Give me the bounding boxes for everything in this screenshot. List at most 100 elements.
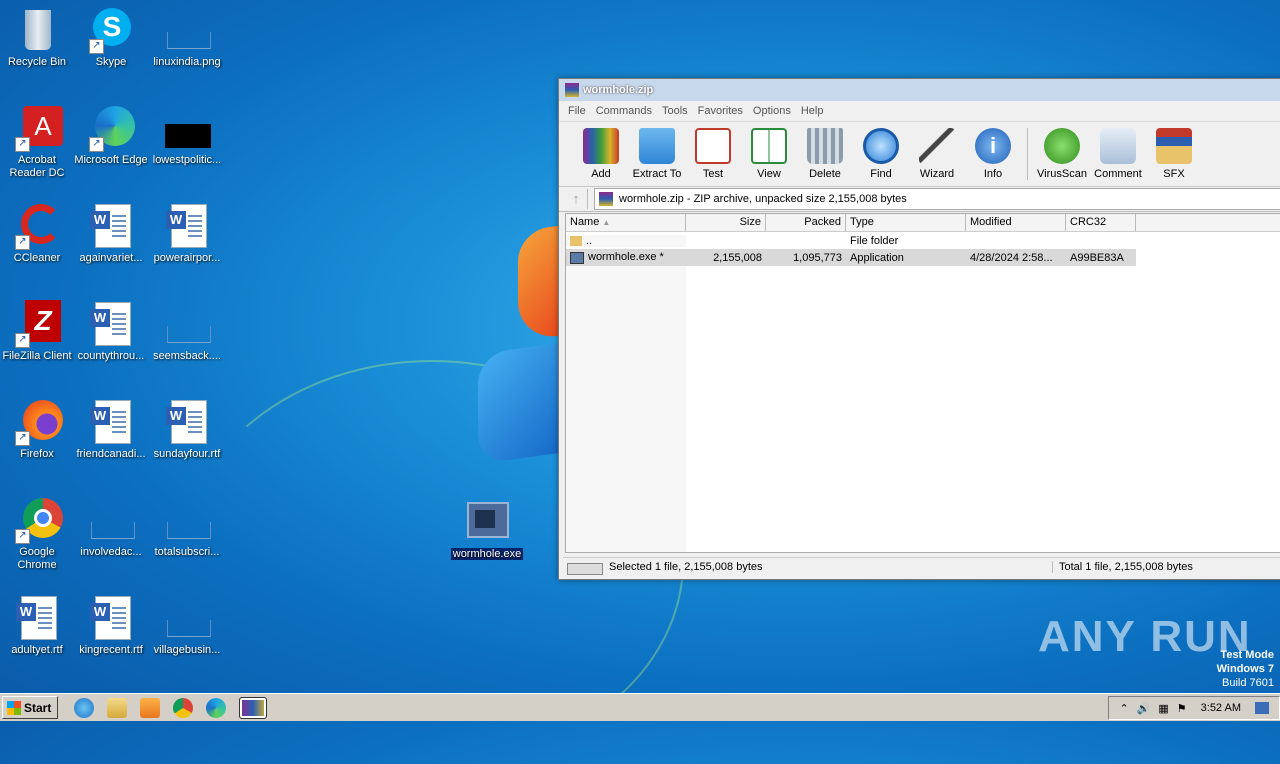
desktop-icon-friendcanadi[interactable]: W friendcanadi... <box>74 398 148 461</box>
table-row-parent-folder[interactable]: .. File folder <box>566 232 1280 249</box>
shortcut-arrow-icon: ↗ <box>15 431 30 446</box>
desktop-icon-recycle-bin[interactable]: Recycle Bin <box>0 6 74 69</box>
column-name[interactable]: Name ▲ <box>566 214 686 231</box>
up-arrow-icon[interactable]: ↑ <box>565 189 588 209</box>
desktop-icon-chrome[interactable]: ↗ Google Chrome <box>0 496 74 572</box>
desktop-icon-countythrou[interactable]: W countythrou... <box>74 300 148 363</box>
trash-icon <box>807 128 843 164</box>
word-doc-icon: W <box>90 302 131 346</box>
media-player-icon[interactable] <box>140 697 161 718</box>
zip-archive-icon <box>599 192 613 206</box>
desktop-icon-wormhole-exe[interactable]: wormhole.exe <box>450 498 524 561</box>
explorer-folder-icon[interactable] <box>107 697 128 718</box>
extract-to-button[interactable]: Extract To <box>629 124 685 180</box>
menu-tools[interactable]: Tools <box>662 105 688 117</box>
desktop-icon-seemsback[interactable]: seemsback.... <box>150 300 224 363</box>
sort-up-icon: ▲ <box>602 218 611 227</box>
menu-favorites[interactable]: Favorites <box>698 105 743 117</box>
status-selected: Selected 1 file, 2,155,008 bytes <box>609 561 763 573</box>
sfx-button[interactable]: SFX <box>1146 124 1202 180</box>
taskbar: Start ⌃ 🔊 ▦ ⚑ 3:52 AM <box>0 693 1280 721</box>
table-row-wormhole-exe[interactable]: wormhole.exe * 2,155,008 1,095,773 Appli… <box>566 249 1136 266</box>
add-button[interactable]: Add <box>573 124 629 180</box>
show-desktop-icon[interactable] <box>1255 702 1269 714</box>
image-file-icon <box>165 124 211 148</box>
desktop-icon-firefox[interactable]: ↗ Firefox <box>0 398 74 461</box>
column-crc32[interactable]: CRC32 <box>1066 214 1136 231</box>
archive-path-field[interactable]: wormhole.zip - ZIP archive, unpacked siz… <box>594 188 1280 210</box>
desktop-icon-kingrecent[interactable]: W kingrecent.rtf <box>74 594 148 657</box>
shortcut-arrow-icon: ↗ <box>15 333 30 348</box>
shortcut-arrow-icon: ↗ <box>89 137 104 152</box>
magnifier-icon <box>863 128 899 164</box>
delete-button[interactable]: Delete <box>797 124 853 180</box>
wizard-button[interactable]: Wizard <box>909 124 965 180</box>
desktop-icon-sundayfour[interactable]: W sundayfour.rtf <box>150 398 224 461</box>
column-type[interactable]: Type <box>846 214 966 231</box>
winrar-taskbar-icon[interactable] <box>239 696 268 719</box>
desktop-icon-involvedac[interactable]: involvedac... <box>74 496 148 559</box>
blank-file-icon <box>167 326 211 343</box>
word-doc-icon: W <box>166 204 207 248</box>
desktop-icon-filezilla[interactable]: Z ↗ FileZilla Client <box>0 300 74 363</box>
window-titlebar[interactable]: wormhole.zip <box>559 79 1280 101</box>
file-list[interactable]: Name ▲ Size Packed Type Modified CRC32 .… <box>565 213 1280 553</box>
column-packed[interactable]: Packed <box>766 214 846 231</box>
desktop-icon-villagebusin[interactable]: villagebusin... <box>150 594 224 657</box>
file-list-header: Name ▲ Size Packed Type Modified CRC32 <box>566 214 1280 232</box>
folder-icon <box>639 128 675 164</box>
word-doc-icon: W <box>16 596 57 640</box>
shortcut-arrow-icon: ↗ <box>15 235 30 250</box>
comment-button[interactable]: Comment <box>1090 124 1146 180</box>
ie-icon[interactable] <box>74 697 95 718</box>
image-file-icon <box>167 32 211 49</box>
desktop-icon-adultyet[interactable]: W adultyet.rtf <box>0 594 74 657</box>
toolbar: Add Extract To Test View Delete Find Wiz… <box>559 121 1280 187</box>
tray-expand-icon[interactable]: ⌃ <box>1119 702 1128 715</box>
menu-file[interactable]: File <box>568 105 586 117</box>
start-button[interactable]: Start <box>2 696 59 719</box>
desktop-icon-againvariet[interactable]: W againvariet... <box>74 202 148 265</box>
winrar-window[interactable]: wormhole.zip File Commands Tools Favorit… <box>558 78 1280 580</box>
test-button[interactable]: Test <box>685 124 741 180</box>
magic-wand-icon <box>919 128 955 164</box>
menu-options[interactable]: Options <box>753 105 791 117</box>
menu-commands[interactable]: Commands <box>596 105 652 117</box>
column-size[interactable]: Size <box>686 214 766 231</box>
system-tray: ⌃ 🔊 ▦ ⚑ 3:52 AM <box>1108 696 1280 720</box>
menu-help[interactable]: Help <box>801 105 824 117</box>
exe-file-icon <box>570 251 584 264</box>
clock[interactable]: 3:52 AM <box>1201 702 1241 714</box>
view-button[interactable]: View <box>741 124 797 180</box>
filezilla-icon: Z <box>25 300 61 342</box>
network-icon[interactable]: ▦ <box>1158 702 1168 715</box>
address-bar: ↑ wormhole.zip - ZIP archive, unpacked s… <box>559 187 1280 212</box>
clipboard-check-icon <box>695 128 731 164</box>
desktop-icon-linuxindia[interactable]: linuxindia.png <box>150 6 224 69</box>
shortcut-arrow-icon: ↗ <box>89 39 104 54</box>
desktop-icon-ccleaner[interactable]: ↗ CCleaner <box>0 202 74 265</box>
blank-file-icon <box>167 620 211 637</box>
desktop-icon-totalsubscri[interactable]: totalsubscri... <box>150 496 224 559</box>
desktop-icon-powerairpor[interactable]: W powerairpor... <box>150 202 224 265</box>
sfx-box-icon <box>1156 128 1192 164</box>
test-mode-notice: Test Mode Windows 7 Build 7601 <box>1216 649 1274 689</box>
desktop-icon-lowestpolitic[interactable]: lowestpolitic... <box>150 104 224 167</box>
recycle-bin-icon <box>25 10 51 50</box>
info-icon: i <box>975 128 1011 164</box>
word-doc-icon: W <box>90 596 131 640</box>
chrome-taskbar-icon[interactable] <box>173 697 194 718</box>
action-center-flag-icon[interactable]: ⚑ <box>1177 702 1187 715</box>
desktop-icon-skype[interactable]: S ↗ Skype <box>74 6 148 69</box>
window-title: wormhole.zip <box>583 84 654 96</box>
desktop-icon-edge[interactable]: ↗ Microsoft Edge <box>74 104 148 167</box>
word-doc-icon: W <box>166 400 207 444</box>
virusscan-button[interactable]: VirusScan <box>1034 124 1090 180</box>
find-button[interactable]: Find <box>853 124 909 180</box>
column-modified[interactable]: Modified <box>966 214 1066 231</box>
drive-icon <box>567 563 603 575</box>
edge-taskbar-icon[interactable] <box>206 697 227 718</box>
desktop-icon-acrobat[interactable]: A ↗ Acrobat Reader DC <box>0 104 74 180</box>
volume-icon[interactable]: 🔊 <box>1137 702 1151 715</box>
info-button[interactable]: i Info <box>965 124 1021 180</box>
